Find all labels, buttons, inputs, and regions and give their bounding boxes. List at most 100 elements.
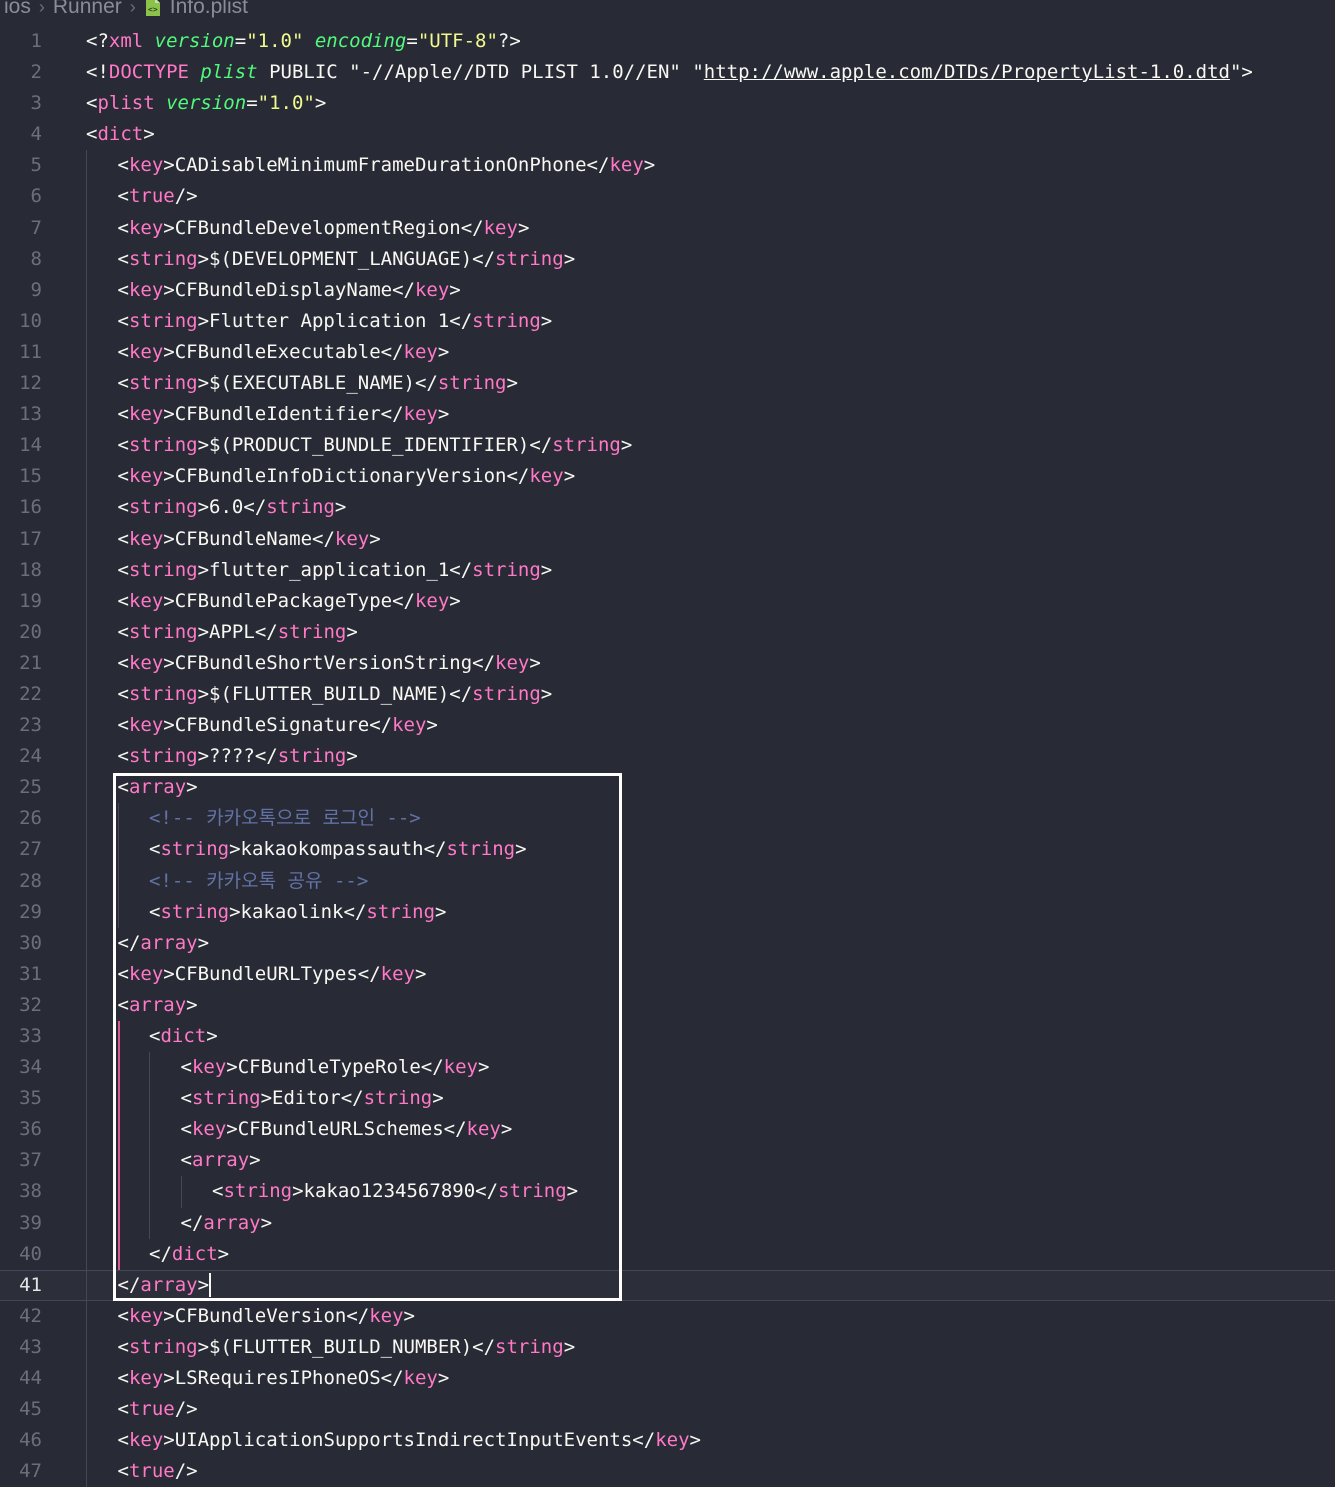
code-line[interactable]: 12 <string>$(EXECUTABLE_NAME)</string> (0, 368, 1335, 400)
code-line[interactable]: 29 <string>kakaolink</string> (0, 896, 1335, 928)
breadcrumb-item-info-plist[interactable]: Info.plist (170, 0, 248, 19)
code-line[interactable]: 22 <string>$(FLUTTER_BUILD_NAME)</string> (0, 678, 1335, 711)
line-number: 23 (19, 714, 42, 737)
code-line[interactable]: 25 <array> (0, 772, 1335, 804)
code-line[interactable]: 40 </dict> (0, 1238, 1335, 1270)
code-text: <key>LSRequiresIPhoneOS</key> (118, 1363, 450, 1394)
code-line[interactable]: 42 <key>CFBundleVersion</key> (0, 1300, 1335, 1332)
code-line[interactable]: 18 <string>flutter_application_1</string> (0, 554, 1335, 586)
code-line[interactable]: 28 <!-- 카카오톡 공유 --> (0, 865, 1335, 897)
code-line[interactable]: 46 <key>UIApplicationSupportsIndirectInpu… (0, 1425, 1335, 1457)
indent-guide (86, 1083, 87, 1115)
code-token: </ (254, 620, 278, 643)
indent-guide (86, 1207, 87, 1239)
code-line[interactable]: 7 <key>CFBundleDevelopmentRegion</key> (0, 212, 1335, 244)
code-token: array (140, 1273, 198, 1296)
code-token: string (472, 682, 541, 705)
code-token: string (128, 247, 198, 270)
code-token: </ (443, 1118, 467, 1141)
code-editor[interactable]: 1 <?xml version="1.0" encoding="UTF-8"?> 2… (0, 26, 1335, 1487)
code-line[interactable]: 34 <key>CFBundleTypeRole</key> (0, 1052, 1335, 1084)
line-number: 26 (19, 807, 42, 830)
code-token: DOCTYPE (108, 61, 189, 84)
code-line[interactable]: 10 <string>Flutter Application 1</string> (0, 305, 1335, 337)
code-line[interactable]: 8 <string>$(DEVELOPMENT_LANGUAGE)</string… (0, 243, 1335, 275)
line-number: 29 (19, 900, 42, 923)
code-line[interactable]: 27 <string>kakaokompassauth</string> (0, 834, 1335, 866)
code-line[interactable]: 23 <key>CFBundleSignature</key> (0, 710, 1335, 742)
line-number: 47 (19, 1460, 42, 1483)
code-line[interactable]: 47 <true/> (0, 1456, 1335, 1487)
code-token: </ (149, 1242, 172, 1265)
indent-guide (86, 274, 87, 306)
code-token: key (403, 1367, 438, 1390)
code-line[interactable]: 31 <key>CFBundleURLTypes</key> (0, 958, 1335, 990)
code-line[interactable]: 35 <string>Editor</string> (0, 1083, 1335, 1115)
code-line[interactable]: 32 <array> (0, 989, 1335, 1021)
code-token: array (203, 1211, 261, 1234)
code-line[interactable]: 44 <key>LSRequiresIPhoneOS</key> (0, 1363, 1335, 1395)
code-token: </ (472, 1335, 496, 1358)
code-token: Editor (272, 1087, 341, 1110)
code-token: true (128, 1460, 175, 1483)
code-token: string (128, 1335, 198, 1358)
code-line[interactable]: 13 <key>CFBundleIdentifier</key> (0, 399, 1335, 431)
line-number: 44 (19, 1367, 42, 1390)
code-token: key (483, 216, 518, 239)
indent-guide (86, 1145, 87, 1177)
code-line[interactable]: 38 <string>kakao1234567890</string> (0, 1176, 1335, 1208)
code-text: <string>????</string> (118, 741, 358, 772)
code-line[interactable]: 41 </array> (0, 1269, 1335, 1301)
line-number: 27 (19, 838, 42, 861)
code-token: > (346, 620, 358, 643)
code-line[interactable]: 3 <plist version="1.0"> (0, 88, 1335, 119)
code-line[interactable]: 4 <dict> (0, 119, 1335, 150)
code-token: plist (200, 61, 258, 84)
indent-guide (117, 1176, 120, 1208)
code-token: < (149, 1025, 161, 1047)
code-token: < (117, 651, 129, 674)
code-token: key (128, 1367, 164, 1390)
code-line[interactable]: 36 <key>CFBundleURLSchemes</key> (0, 1114, 1335, 1146)
code-line[interactable]: 1 <?xml version="1.0" encoding="UTF-8"?> (0, 26, 1335, 57)
indent-guide (86, 243, 87, 275)
code-token: </ (117, 931, 141, 954)
code-line[interactable]: 33 <dict> (0, 1021, 1335, 1053)
code-line[interactable]: 6 <true/> (0, 181, 1335, 213)
code-line[interactable]: 14 <string>$(PRODUCT_BUNDLE_IDENTIFIER)</… (0, 430, 1335, 462)
breadcrumb-item-ios[interactable]: ios (4, 0, 31, 19)
breadcrumb-item-runner[interactable]: Runner (53, 0, 122, 19)
code-token: > (163, 154, 175, 177)
code-line[interactable]: 39 </array> (0, 1207, 1335, 1239)
code-text: <key>CFBundleName</key> (118, 524, 381, 555)
line-number: 5 (30, 154, 42, 177)
code-text: <string>flutter_application_1</string> (118, 555, 553, 586)
code-token: kakao1234567890 (303, 1180, 476, 1203)
code-token: > (506, 372, 518, 395)
code-token: key (128, 651, 164, 674)
code-line[interactable]: 11 <key>CFBundleExecutable</key> (0, 336, 1335, 369)
code-token: > (515, 838, 527, 861)
code-line[interactable]: 24 <string>????</string> (0, 741, 1335, 773)
code-line[interactable]: 9 <key>CFBundleDisplayName</key> (0, 274, 1335, 306)
code-line[interactable]: 20 <string>APPL</string> (0, 616, 1335, 648)
code-token: string (160, 900, 230, 923)
code-token: key (529, 465, 564, 488)
code-line[interactable]: 37 <array> (0, 1145, 1335, 1177)
code-line[interactable]: 26 <!-- 카카오톡으로 로그인 --> (0, 803, 1335, 835)
code-line[interactable]: 30 </array> (0, 927, 1335, 959)
text-cursor (209, 1273, 212, 1298)
code-token: </ (117, 1273, 141, 1296)
code-line[interactable]: 5 <key>CADisableMinimumFrameDurationOnPho… (0, 150, 1335, 182)
indent-guide (86, 678, 87, 711)
code-line[interactable]: 21 <key>CFBundleShortVersionString</key> (0, 647, 1335, 679)
code-token[interactable]: http://www.apple.com/DTDs/PropertyList-1… (704, 61, 1230, 83)
code-line[interactable]: 2 <!DOCTYPE plist PUBLIC "-//Apple//DTD P… (0, 57, 1335, 88)
code-line[interactable]: 17 <key>CFBundleName</key> (0, 523, 1335, 555)
code-line[interactable]: 16 <string>6.0</string> (0, 492, 1335, 524)
code-line[interactable]: 45 <true/> (0, 1394, 1335, 1426)
code-text: <dict> (86, 119, 155, 150)
code-line[interactable]: 19 <key>CFBundlePackageType</key> (0, 585, 1335, 617)
code-line[interactable]: 15 <key>CFBundleInfoDictionaryVersion</ke… (0, 461, 1335, 493)
code-line[interactable]: 43 <string>$(FLUTTER_BUILD_NUMBER)</strin… (0, 1331, 1335, 1364)
